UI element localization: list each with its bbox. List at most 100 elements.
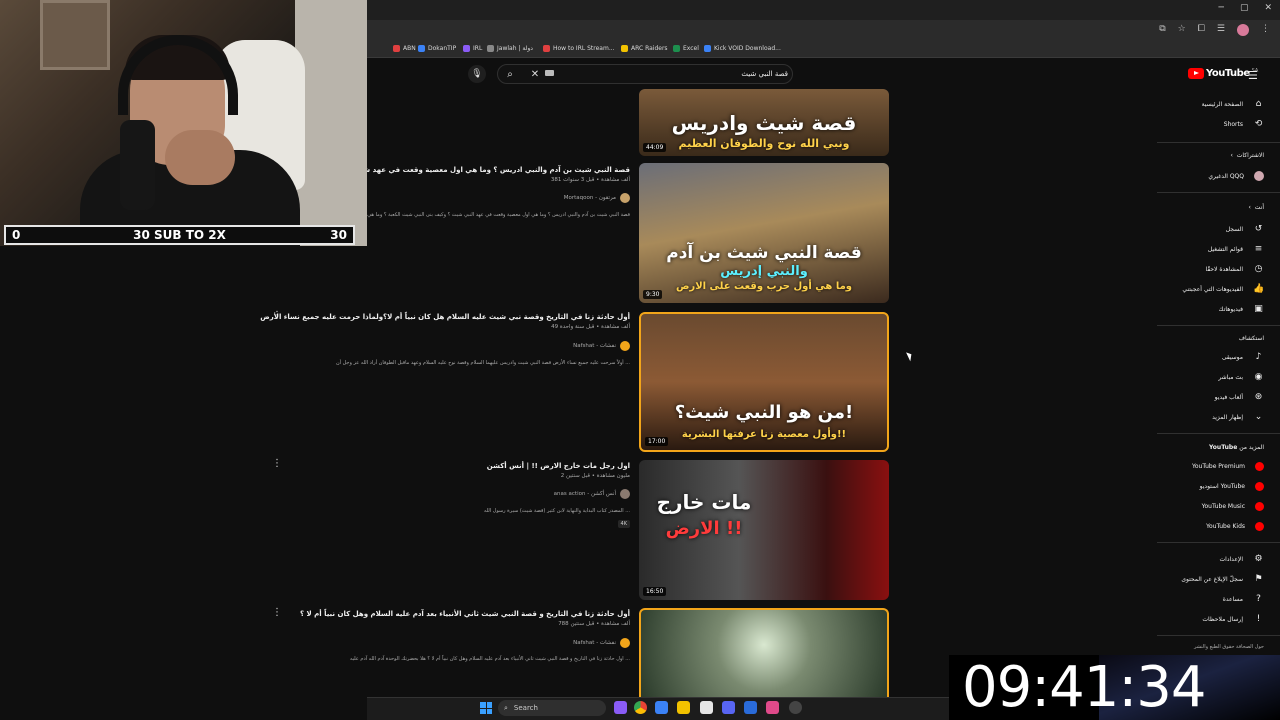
bookmark-item[interactable]: Excel xyxy=(673,45,699,52)
chevron-left-icon: ‹ xyxy=(1230,152,1233,159)
sidebar-item-playlists[interactable]: قوائم التشغيل ≡ xyxy=(1208,242,1264,256)
video-thumbnail[interactable]: قصة شيث وادريس ونبي الله نوح والطوفان ال… xyxy=(639,89,889,156)
video-meta: 2 مليون مشاهدة • قبل سنتين xyxy=(560,473,630,479)
sidebar-item-show-more[interactable]: إظهار المزيد ⌄ xyxy=(1212,410,1264,424)
video-thumbnail[interactable]: من هو النبي شيث؟! وأول معصية زنا عرفتها … xyxy=(639,312,889,452)
channel-link[interactable]: Nafshat - نفشات xyxy=(573,341,630,351)
taskbar-search[interactable]: ⌕ Search xyxy=(498,700,606,716)
app-icon[interactable] xyxy=(766,701,779,714)
sidebar-footer[interactable]: حول الصحافة حقوق الطبع والنشر xyxy=(1194,644,1264,650)
menu-dots-icon[interactable]: ⋮ xyxy=(1261,24,1270,36)
cast-icon[interactable]: ⧉ xyxy=(1159,24,1165,36)
sidebar-section-subscriptions[interactable]: ‹ الاشتراكات xyxy=(1231,152,1264,159)
bookmark-item[interactable]: Kick VOID Download... xyxy=(704,45,781,52)
more-options-icon[interactable]: ⋮ xyxy=(272,458,282,469)
video-thumbnail[interactable] xyxy=(639,608,889,697)
sidebar-item-kids[interactable]: YouTube Kids xyxy=(1206,519,1264,533)
sidebar-item-report[interactable]: سجلّ الإبلاغ عن المحتوى ⚑ xyxy=(1181,572,1264,586)
gear-icon: ⚙ xyxy=(1254,554,1263,564)
bookmark-favicon-icon xyxy=(704,45,711,52)
sidebar-item-live[interactable]: بث مباشر ◉ xyxy=(1218,370,1264,384)
sidebar-item-studio[interactable]: استوديو YouTube xyxy=(1200,479,1264,493)
sidebar-item-label: Shorts xyxy=(1223,120,1243,128)
sidebar-item-label: YouTube Music xyxy=(1201,502,1245,510)
obs-icon[interactable] xyxy=(789,701,802,714)
sidebar-section-you[interactable]: ‹ أنت xyxy=(1249,204,1264,211)
sidebar-item-feedback[interactable]: إرسال ملاحظات! xyxy=(1202,612,1264,626)
channel-link[interactable]: Mortaqoon - مرتقون xyxy=(564,193,630,203)
minimize-icon[interactable]: ─ xyxy=(1219,3,1224,13)
sidebar-item-your-videos[interactable]: فيديوهاتك ▣ xyxy=(1219,302,1264,316)
sidebar-item-music-app[interactable]: YouTube Music xyxy=(1202,499,1264,513)
maximize-icon[interactable]: ▢ xyxy=(1240,3,1249,13)
sidebar-item-label: المشاهدة لاحقًا xyxy=(1205,265,1243,273)
hamburger-menu-icon[interactable]: ☰ xyxy=(1248,69,1258,82)
thumbnail-subtext: وأول معصية زنا عرفتها البشرية!! xyxy=(681,429,847,440)
section-heading: المزيد من xyxy=(1239,444,1264,451)
section-heading: أنت xyxy=(1254,204,1264,211)
thumbnail-text: من هو النبي شيث؟! xyxy=(674,402,854,423)
more-options-icon[interactable]: ⋮ xyxy=(272,607,282,618)
bookmark-star-icon[interactable]: ☆ xyxy=(1178,24,1186,36)
video-title[interactable]: اول رجل مات خارج الارض !! | أنس أكشن xyxy=(487,462,630,470)
video-thumbnail[interactable]: مات خارج الارض !! 16:50 xyxy=(639,460,889,600)
sub-goal-bar: 0 30 SUB TO 2X 30 xyxy=(4,225,355,245)
voice-search-icon[interactable]: 🎙 xyxy=(468,65,486,83)
channel-link[interactable]: anas action - أنس أكشن xyxy=(554,489,630,499)
shorts-icon: ⟲ xyxy=(1254,119,1263,129)
bookmark-favicon-icon xyxy=(418,45,425,52)
search-icon[interactable]: ⌕ xyxy=(499,66,521,82)
bookmark-item[interactable]: DokanTIP xyxy=(418,45,456,52)
youtube-premium-icon xyxy=(1255,461,1264,471)
profile-avatar[interactable] xyxy=(1237,24,1249,36)
sidebar-item-settings[interactable]: الإعدادات ⚙ xyxy=(1220,552,1264,566)
channel-link[interactable]: Nafshat - نفشات xyxy=(573,638,630,648)
keyboard-icon[interactable] xyxy=(545,70,554,76)
sidebar-item-gaming[interactable]: ألعاب فيديو ⊛ xyxy=(1215,390,1264,404)
thumbnail-text: قصة النبي شيث بن آدم xyxy=(666,243,862,263)
app-icon[interactable] xyxy=(700,701,713,714)
sidebar-item-history[interactable]: السجل ↺ xyxy=(1226,222,1264,236)
sidebar-item-subscription[interactable]: الدغيري QQQ xyxy=(1208,169,1264,183)
bookmark-item[interactable]: IRL xyxy=(463,45,482,52)
app-icon[interactable] xyxy=(655,701,668,714)
video-title[interactable]: أول حادثة زنا في التاريخ وقصة نبي شيث عل… xyxy=(260,313,630,321)
discord-icon[interactable] xyxy=(722,701,735,714)
reading-list-icon[interactable]: ☰ xyxy=(1217,24,1225,36)
extensions-icon[interactable]: ⧠ xyxy=(1198,24,1205,36)
bookmark-item[interactable]: Jawlah | دولة xyxy=(487,45,533,52)
channel-avatar xyxy=(620,638,630,648)
video-title[interactable]: أول حادثة زنا في التاريخ و قصة النبي شيث… xyxy=(300,610,630,618)
sidebar-item-home[interactable]: الصفحة الرئيسية ⌂ xyxy=(1202,97,1264,111)
sidebar-item-help[interactable]: مساعدة? xyxy=(1223,592,1264,606)
app-icon[interactable] xyxy=(744,701,757,714)
video-description: أولاً سرحت عليه جميع نساء الأرض قصة النب… xyxy=(335,360,630,366)
bookmark-item[interactable]: ABN xyxy=(393,45,416,52)
chrome-icon[interactable] xyxy=(634,701,647,714)
windows-start-icon[interactable] xyxy=(480,702,492,714)
close-window-icon[interactable]: ✕ xyxy=(1264,3,1272,13)
section-heading-more: YouTube المزيد من xyxy=(1209,444,1264,451)
sidebar-item-premium[interactable]: YouTube Premium xyxy=(1192,459,1264,473)
folder-icon[interactable] xyxy=(677,701,690,714)
divider xyxy=(1157,325,1280,326)
sidebar-item-shorts[interactable]: Shorts ⟲ xyxy=(1224,117,1264,131)
sidebar-item-liked[interactable]: الفيديوهات التي أعجبتني 👍 xyxy=(1182,282,1264,296)
window-controls: ─ ▢ ✕ xyxy=(1219,3,1272,13)
video-meta: 49 ألف مشاهدة • قبل سنة واحدة xyxy=(551,324,630,330)
bookmark-favicon-icon xyxy=(621,45,628,52)
chevron-down-icon: ⌄ xyxy=(1254,412,1263,422)
bookmark-item[interactable]: How to IRL Stream... xyxy=(543,45,615,52)
app-icon[interactable] xyxy=(614,701,627,714)
video-thumbnail[interactable]: قصة النبي شيث بن آدم والنبي إدريس وما هي… xyxy=(639,163,889,303)
mouse-cursor xyxy=(906,350,914,362)
bookmark-favicon-icon xyxy=(463,45,470,52)
thumbnail-subtext: والنبي إدريس xyxy=(720,264,808,279)
sidebar-item-label: بث مباشر xyxy=(1218,373,1243,381)
video-duration: 17:00 xyxy=(645,437,669,446)
search-input[interactable] xyxy=(600,67,788,81)
sidebar-item-watch-later[interactable]: المشاهدة لاحقًا ◷ xyxy=(1205,262,1264,276)
bookmark-item[interactable]: ARC Raiders xyxy=(621,45,668,52)
clear-search-icon[interactable]: ✕ xyxy=(528,66,542,82)
sidebar-item-music[interactable]: موسيقى ♪ xyxy=(1222,350,1264,364)
